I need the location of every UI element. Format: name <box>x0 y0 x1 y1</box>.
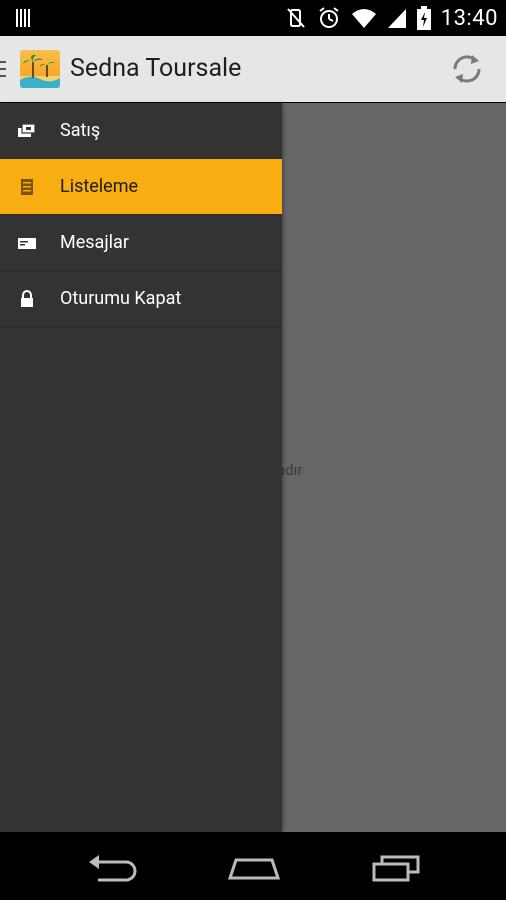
drawer-item-mesajlar[interactable]: Mesajlar <box>0 215 282 271</box>
back-icon[interactable] <box>86 852 142 882</box>
refresh-button[interactable] <box>448 50 486 88</box>
drawer-item-label: Oturumu Kapat <box>60 288 182 309</box>
empty-message: ...mamaktadır <box>282 461 303 479</box>
drawer-item-label: Mesajlar <box>60 232 129 253</box>
app-title: Sedna Toursale <box>70 54 242 83</box>
action-bar: Sedna Toursale <box>0 36 506 102</box>
system-nav-bar <box>0 832 506 900</box>
wifi-icon <box>351 9 376 28</box>
barcode-notification-icon <box>16 9 30 27</box>
status-bar: 13:40 <box>0 0 506 36</box>
drawer-item-listeleme[interactable]: Listeleme <box>0 159 282 215</box>
cash-icon <box>18 123 36 137</box>
alarm-icon <box>319 7 339 28</box>
app-logo-icon[interactable] <box>20 50 60 88</box>
drawer-item-label: Listeleme <box>60 176 139 197</box>
drawer-item-oturumu-kapat[interactable]: Oturumu Kapat <box>0 271 282 327</box>
drawer-item-label: Satış <box>60 120 101 141</box>
recent-apps-icon[interactable] <box>368 852 424 882</box>
drawer-item-satis[interactable]: Satış <box>0 103 282 159</box>
signal-icon <box>387 9 406 28</box>
list-icon <box>21 179 33 195</box>
battery-charging-icon <box>416 6 431 30</box>
message-icon <box>18 238 36 249</box>
drawer-indicator-icon[interactable] <box>0 60 8 78</box>
lock-icon <box>21 290 33 307</box>
vibrate-off-icon <box>286 8 305 28</box>
status-time: 13:40 <box>440 5 498 31</box>
navigation-drawer: Satış Listeleme Mesajlar Oturumu Kapat <box>0 103 282 832</box>
home-icon[interactable] <box>226 852 282 882</box>
